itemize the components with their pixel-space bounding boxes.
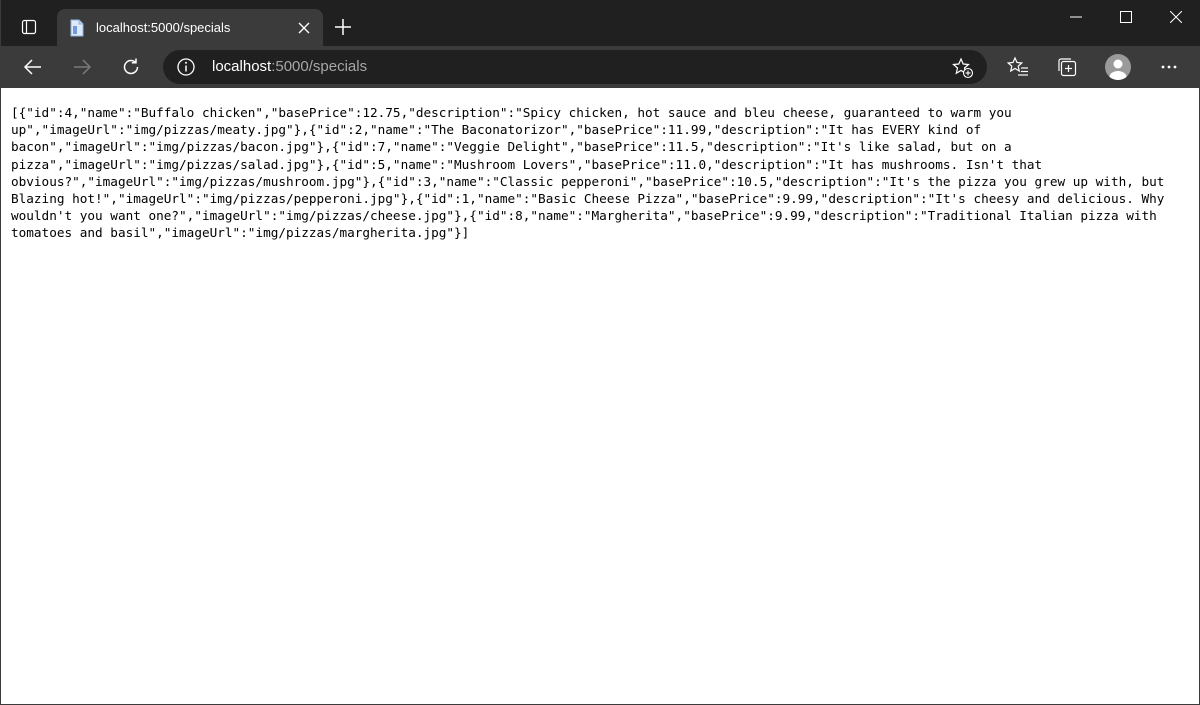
back-arrow-icon[interactable] xyxy=(17,51,49,83)
minimize-icon[interactable] xyxy=(1051,0,1101,34)
tab-title: localhost:5000/specials xyxy=(96,20,231,35)
star-plus-icon[interactable] xyxy=(951,56,975,80)
url-host: localhost xyxy=(212,58,272,75)
tab-actions-icon[interactable] xyxy=(9,9,49,45)
json-response-text: [{"id":4,"name":"Buffalo chicken","baseP… xyxy=(11,105,1173,241)
tab-strip: localhost:5000/specials xyxy=(1,0,1200,46)
address-bar[interactable]: localhost:5000/specials xyxy=(163,50,987,84)
maximize-icon[interactable] xyxy=(1101,0,1151,34)
avatar xyxy=(1105,54,1131,80)
plus-icon[interactable] xyxy=(328,12,358,42)
browser-toolbar: localhost:5000/specials xyxy=(1,46,1200,88)
url-text[interactable]: localhost:5000/specials xyxy=(212,58,367,76)
refresh-icon[interactable] xyxy=(115,51,147,83)
close-window-icon[interactable] xyxy=(1151,0,1200,34)
collections-icon[interactable] xyxy=(1051,51,1083,83)
more-icon[interactable] xyxy=(1153,51,1185,83)
forward-arrow-icon[interactable] xyxy=(66,51,98,83)
window-controls xyxy=(1051,0,1200,34)
page-viewport: [{"id":4,"name":"Buffalo chicken","baseP… xyxy=(1,88,1199,704)
browser-window: localhost:5000/specials localhost:5000/s… xyxy=(0,0,1200,705)
page-favicon-icon xyxy=(70,19,84,37)
active-tab[interactable]: localhost:5000/specials xyxy=(57,9,323,46)
profile-avatar[interactable] xyxy=(1102,51,1134,83)
info-icon[interactable] xyxy=(177,58,195,76)
close-tab-icon[interactable] xyxy=(293,17,315,39)
url-path: :5000/specials xyxy=(271,58,368,75)
favorites-icon[interactable] xyxy=(1002,51,1034,83)
